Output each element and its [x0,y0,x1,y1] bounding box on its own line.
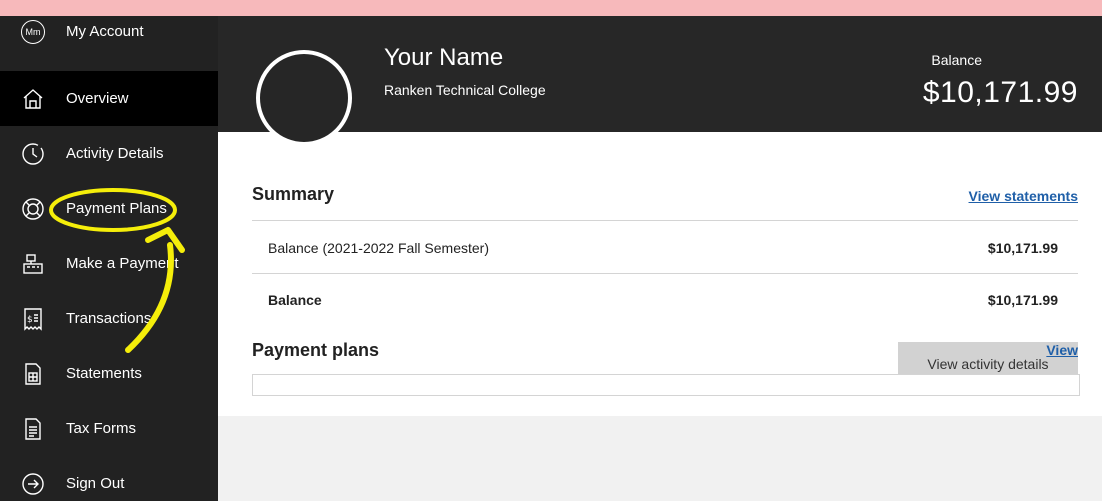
sidebar-item-label: Transactions [66,310,152,327]
balance-row-value: $10,171.99 [987,240,1058,256]
summary-title: Summary [252,184,335,204]
user-name: Your Name [384,44,504,71]
payment-plans-title: Payment plans [252,340,380,360]
view-statements-link[interactable]: View statements [969,188,1078,204]
sidebar-item-label: Activity Details [66,145,164,162]
main-content: Your Name Ranken Technical College Balan… [218,16,1102,501]
sidebar-item-activity-details[interactable]: Activity Details [0,126,218,181]
sidebar-item-label: My Account [66,23,144,40]
app-frame: Mm My Account Overview Activity Details … [0,16,1102,501]
sidebar-item-label: Overview [66,90,129,107]
divider [252,220,1078,221]
balance-amount: $10,171.99 [922,76,1078,109]
sidebar-item-label: Make a Payment [66,255,179,272]
avatar [256,50,352,146]
sidebar-item-statements[interactable]: Statements [0,346,218,401]
sidebar-item-label: Sign Out [66,475,125,492]
sidebar-item-sign-out[interactable]: Sign Out [0,456,218,501]
divider [252,273,1078,274]
sidebar-item-label: Statements [66,365,142,382]
home-icon [20,86,46,112]
sidebar-item-make-a-payment[interactable]: Make a Payment [0,236,218,291]
clock-icon [20,141,46,167]
sidebar-item-overview[interactable]: Overview [0,71,218,126]
register-icon [20,251,46,277]
tax-forms-icon [20,416,46,442]
profile-banner: Your Name Ranken Technical College Balan… [218,16,1102,132]
balance-label: Balance [931,52,982,68]
school-name: Ranken Technical College [384,82,546,98]
receipt-icon: $ [20,306,46,332]
sidebar-item-tax-forms[interactable]: Tax Forms [0,401,218,456]
sidebar-item-my-account[interactable]: Mm My Account [0,16,218,71]
total-balance-value: $10,171.99 [987,292,1058,308]
payment-plans-view-link[interactable]: View [1046,342,1078,358]
sidebar-item-transactions[interactable]: $ Transactions [0,291,218,346]
sign-out-icon [20,471,46,497]
balance-row-label: Balance (2021-2022 Fall Semester) [268,240,490,256]
statement-icon [20,361,46,387]
svg-text:$: $ [27,315,33,325]
sidebar: Mm My Account Overview Activity Details … [0,16,218,501]
mm-monogram-icon: Mm [20,19,46,45]
payment-plans-box [252,374,1080,396]
sidebar-item-label: Tax Forms [66,420,137,437]
total-balance-label: Balance [268,292,322,308]
sidebar-item-label: Payment Plans [66,200,167,217]
lifebuoy-icon [20,196,46,222]
sidebar-item-payment-plans[interactable]: Payment Plans [0,181,218,236]
